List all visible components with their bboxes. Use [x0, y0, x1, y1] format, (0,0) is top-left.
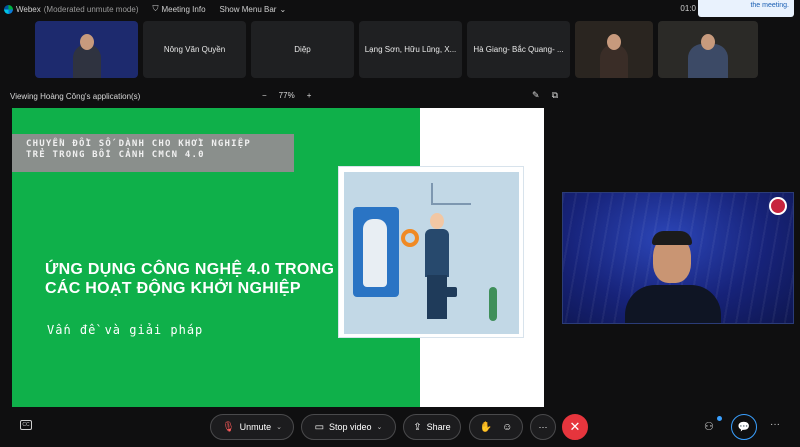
participant-tile[interactable]: Hà Giang- Bắc Quang- ... [467, 21, 570, 78]
plant-icon [489, 287, 497, 321]
shared-slide: CHUYỂN ĐỔI SỐ DÀNH CHO KHỞI NGHIỆP TRẺ T… [12, 108, 544, 407]
meeting-timer: 01:0 [680, 4, 696, 13]
banner-line-1: CHUYỂN ĐỔI SỐ DÀNH CHO KHỞI NGHIỆP [26, 139, 252, 149]
active-speaker-video[interactable] [562, 192, 794, 324]
share-button[interactable]: ⇪ Share [403, 414, 461, 440]
share-view-actions: ✎ ⧉ [532, 90, 558, 101]
participant-name: Lạng Sơn, Hữu Lũng, X... [364, 45, 457, 54]
gear-icon [401, 229, 419, 247]
annotate-pen-icon[interactable]: ✎ [532, 90, 540, 101]
slide-subtitle: Vấn đề và giải pháp [47, 323, 204, 337]
participant-head [79, 34, 94, 50]
webex-logo-icon [4, 4, 13, 14]
slide-headline: ỨNG DỤNG CÔNG NGHỆ 4.0 TRONG CÁC HOẠT ĐỘ… [45, 261, 335, 297]
participant-tile-video[interactable] [575, 21, 653, 78]
participant-tile[interactable]: Lạng Sơn, Hữu Lũng, X... [359, 21, 462, 78]
close-icon: ✕ [569, 419, 581, 434]
unmute-label: Unmute [239, 422, 272, 432]
emoji-icon[interactable]: ☺ [502, 422, 512, 433]
popout-window-icon[interactable]: ⧉ [552, 90, 558, 101]
participant-tile[interactable]: Diệp [251, 21, 354, 78]
slide-illustration [338, 166, 524, 338]
moderation-status: (Moderated unmute mode) [43, 4, 139, 14]
unmute-button[interactable]: 🎙 Unmute ⌄ [210, 414, 294, 440]
top-menu-bar: Webex (Moderated unmute mode) ⛉ Meeting … [0, 0, 800, 18]
leave-meeting-button[interactable]: ✕ [562, 414, 588, 440]
robot-graphic [363, 219, 387, 287]
notification-toast[interactable]: the meeting. [698, 0, 794, 17]
zoom-out-button[interactable]: − [262, 91, 267, 100]
show-menu-bar-label: Show Menu Bar [219, 4, 277, 14]
participant-name: Diệp [294, 45, 311, 54]
hand-raise-icon[interactable]: ✋ [480, 422, 492, 433]
participant-head [607, 34, 621, 50]
participant-name: Nông Văn Quyền [163, 45, 226, 54]
chart-icon [431, 183, 471, 205]
slide-banner: CHUYỂN ĐỔI SỐ DÀNH CHO KHỞI NGHIỆP TRẺ T… [12, 134, 294, 172]
show-menu-bar-button[interactable]: Show Menu Bar ⌄ [220, 5, 287, 14]
share-view-bar: Viewing Hoàng Công's application(s) − 77… [10, 90, 558, 104]
participant-head [701, 34, 715, 50]
businessman-head [430, 213, 444, 229]
participants-icon[interactable]: ⚇ [704, 420, 714, 433]
more-options-button[interactable]: ··· [530, 414, 556, 440]
chat-button[interactable]: 💬 [731, 414, 757, 440]
logo-badge-icon [769, 197, 787, 215]
chat-bubble-icon: 💬 [737, 421, 751, 433]
captions-icon[interactable]: CC [20, 420, 32, 430]
businessman-legs [427, 275, 447, 319]
meeting-info-button[interactable]: ⛉ Meeting Info [152, 4, 205, 14]
speaker-body [625, 285, 721, 323]
chevron-down-icon: ⌄ [279, 4, 287, 14]
participant-tile[interactable]: Nông Văn Quyền [143, 21, 246, 78]
more-label: ··· [538, 422, 548, 432]
chevron-down-icon[interactable]: ⌄ [377, 423, 383, 431]
stop-video-button[interactable]: ▭ Stop video ⌄ [301, 414, 396, 440]
notification-dot [717, 416, 722, 421]
zoom-level: 77% [278, 91, 295, 100]
more-panels-icon[interactable]: ··· [770, 419, 780, 430]
app-title: Webex (Moderated unmute mode) [4, 4, 139, 14]
chevron-down-icon[interactable]: ⌄ [276, 423, 282, 431]
mic-off-icon: 🎙 [221, 421, 235, 433]
shield-icon: ⛉ [152, 4, 159, 13]
participant-strip: Nông Văn Quyền Diệp Lạng Sơn, Hữu Lũng, … [35, 21, 758, 78]
speaker-hair [652, 231, 692, 245]
stop-video-label: Stop video [329, 422, 372, 432]
share-label: Share [426, 422, 451, 432]
viewing-title: Viewing Hoàng Công's application(s) [10, 92, 141, 101]
participant-tile-video[interactable] [35, 21, 138, 78]
meeting-info-label: Meeting Info [161, 4, 206, 14]
zoom-controls: − 77% + [262, 91, 311, 100]
reactions-group: ✋ ☺ [469, 414, 523, 440]
share-screen-icon: ⇪ [413, 421, 422, 433]
banner-line-2: TRẺ TRONG BỐI CẢNH CMCN 4.0 [26, 150, 205, 160]
app-name: Webex [16, 4, 41, 14]
businessman-body [425, 229, 449, 277]
participant-tile-video[interactable] [658, 21, 758, 78]
video-camera-icon: ▭ [314, 421, 325, 433]
zoom-in-button[interactable]: + [307, 91, 312, 100]
meeting-controls: CC 🎙 Unmute ⌄ ▭ Stop video ⌄ ⇪ Share ✋ ☺… [0, 412, 800, 442]
participant-name: Hà Giang- Bắc Quang- ... [473, 45, 564, 54]
briefcase-icon [443, 287, 457, 297]
